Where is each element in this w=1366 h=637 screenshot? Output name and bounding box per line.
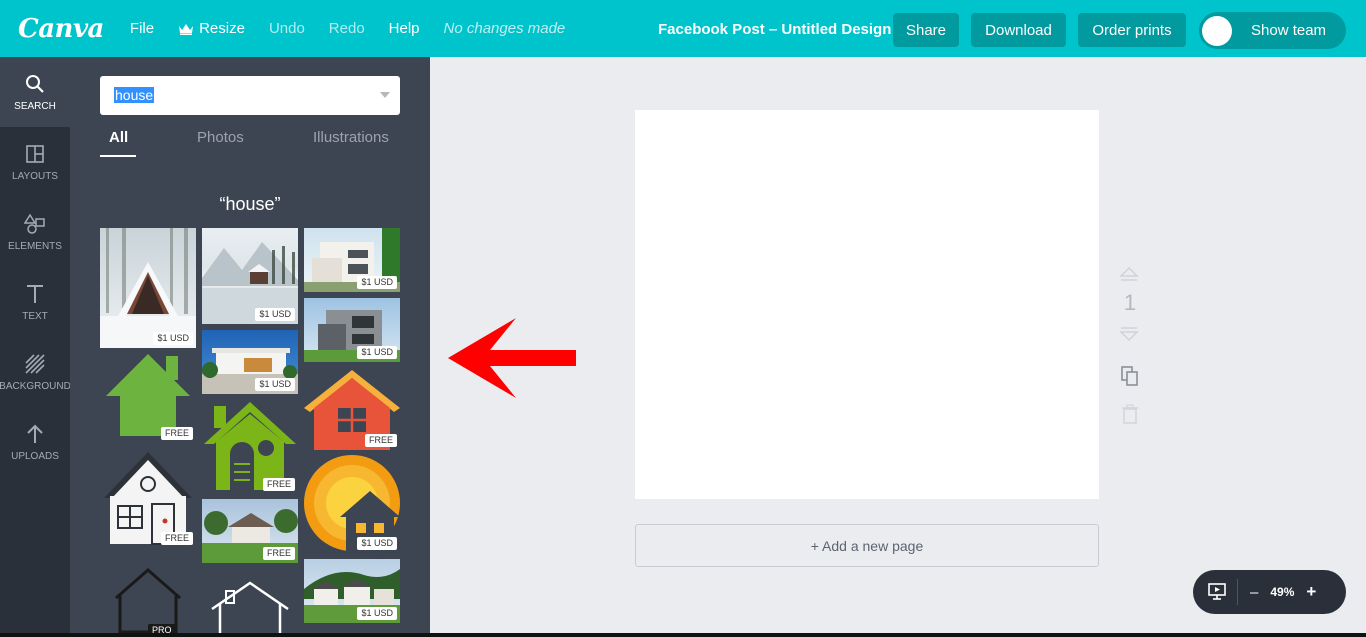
- price-badge: $1 USD: [255, 308, 295, 321]
- zoom-control: – 49% +: [1193, 570, 1346, 614]
- zoom-out-button[interactable]: –: [1250, 584, 1258, 601]
- design-page[interactable]: [635, 110, 1099, 499]
- result-thumbnail[interactable]: FREE: [202, 499, 298, 563]
- background-pattern-icon: [24, 353, 46, 375]
- result-thumbnail[interactable]: $1 USD: [304, 559, 400, 623]
- copy-page-icon[interactable]: [1119, 365, 1141, 387]
- top-bar: Canva File Resize Undo Redo Help No chan…: [0, 0, 1366, 57]
- price-badge: FREE: [262, 547, 295, 560]
- add-new-page-button[interactable]: + Add a new page: [635, 524, 1099, 567]
- shapes-icon: [23, 213, 46, 235]
- zoom-level[interactable]: 49%: [1270, 585, 1294, 599]
- result-thumbnail[interactable]: FREE: [202, 398, 298, 494]
- side-rail: Search Layouts Elements Text Background …: [0, 57, 71, 637]
- price-badge: $1 USD: [357, 276, 397, 289]
- price-badge: $1 USD: [357, 346, 397, 359]
- price-badge: FREE: [160, 427, 193, 440]
- document-title[interactable]: Facebook Post – Untitled Design: [658, 21, 891, 38]
- download-button[interactable]: Download: [971, 13, 1066, 47]
- move-page-down-icon[interactable]: [1119, 326, 1139, 342]
- rail-label-background: Background: [0, 380, 71, 392]
- result-thumbnail[interactable]: $1 USD: [202, 228, 298, 324]
- result-thumbnail[interactable]: $1 USD: [304, 228, 400, 292]
- layouts-icon: [24, 143, 46, 165]
- toggle-knob: [1202, 15, 1232, 46]
- rail-item-uploads[interactable]: Uploads: [0, 407, 70, 477]
- show-team-toggle[interactable]: Show team: [1199, 12, 1346, 49]
- price-badge: $1 USD: [255, 378, 295, 391]
- resize-menu[interactable]: Resize: [178, 20, 245, 37]
- show-team-label: Show team: [1251, 22, 1327, 39]
- result-thumbnail[interactable]: FREE: [100, 348, 196, 443]
- upload-arrow-icon: [24, 423, 46, 445]
- rail-label-elements: Elements: [8, 240, 62, 252]
- snowy-cabin-image: [100, 228, 196, 348]
- zoom-in-button[interactable]: +: [1306, 582, 1316, 602]
- chevron-down-icon[interactable]: [380, 92, 390, 98]
- page-number: 1: [1123, 290, 1137, 315]
- red-arrow-annotation: [448, 318, 576, 398]
- house-outline-white-icon: [211, 581, 289, 637]
- rail-item-background[interactable]: Background: [0, 337, 71, 407]
- results-title: “house”: [219, 194, 281, 214]
- rail-item-layouts[interactable]: Layouts: [0, 127, 70, 197]
- bottom-edge: [0, 633, 1366, 637]
- rail-label-text: Text: [22, 310, 48, 322]
- result-thumbnail[interactable]: $1 USD: [304, 455, 400, 553]
- price-badge: $1 USD: [357, 607, 397, 620]
- order-prints-button[interactable]: Order prints: [1078, 13, 1186, 47]
- result-thumbnail[interactable]: $1 USD: [202, 330, 298, 394]
- rail-label-layouts: Layouts: [12, 170, 58, 182]
- result-thumbnail[interactable]: [202, 577, 298, 637]
- tab-photos[interactable]: Photos: [197, 129, 244, 146]
- result-thumbnail[interactable]: FREE: [100, 448, 196, 548]
- move-page-up-icon[interactable]: [1119, 266, 1139, 282]
- canva-logo[interactable]: Canva: [18, 14, 104, 44]
- search-panel: house All Photos Illustrations “house” $…: [70, 57, 430, 637]
- result-thumbnail[interactable]: $1 USD: [100, 228, 196, 348]
- share-button[interactable]: Share: [893, 13, 959, 47]
- trash-icon[interactable]: [1119, 404, 1141, 424]
- rail-item-text[interactable]: Text: [0, 267, 70, 337]
- price-badge: FREE: [364, 434, 397, 447]
- undo-button[interactable]: Undo: [269, 20, 305, 37]
- file-menu[interactable]: File: [130, 20, 154, 37]
- save-status: No changes made: [443, 20, 566, 37]
- search-input[interactable]: house: [114, 87, 155, 103]
- rail-label-search: Search: [14, 100, 56, 112]
- crown-icon: [179, 23, 194, 35]
- result-thumbnail[interactable]: $1 USD: [304, 298, 400, 362]
- rail-label-uploads: Uploads: [11, 450, 59, 462]
- result-thumbnail[interactable]: FREE: [304, 368, 400, 450]
- result-thumbnail[interactable]: PRO: [100, 562, 196, 637]
- active-tab-underline: [100, 155, 136, 157]
- redo-button[interactable]: Redo: [329, 20, 365, 37]
- resize-label: Resize: [199, 20, 245, 37]
- rail-item-elements[interactable]: Elements: [0, 197, 70, 267]
- price-badge: $1 USD: [153, 332, 193, 345]
- zoom-separator: [1237, 579, 1238, 605]
- search-icon: [24, 73, 46, 95]
- tab-illustrations[interactable]: Illustrations: [313, 129, 389, 146]
- search-box[interactable]: house: [100, 76, 400, 115]
- help-menu[interactable]: Help: [389, 20, 420, 37]
- rail-item-search[interactable]: Search: [0, 57, 70, 127]
- tab-all[interactable]: All: [109, 129, 128, 146]
- price-badge: FREE: [262, 478, 295, 491]
- price-badge: FREE: [160, 532, 193, 545]
- presentation-icon[interactable]: [1207, 581, 1227, 604]
- text-icon: [24, 283, 46, 305]
- price-badge: $1 USD: [357, 537, 397, 550]
